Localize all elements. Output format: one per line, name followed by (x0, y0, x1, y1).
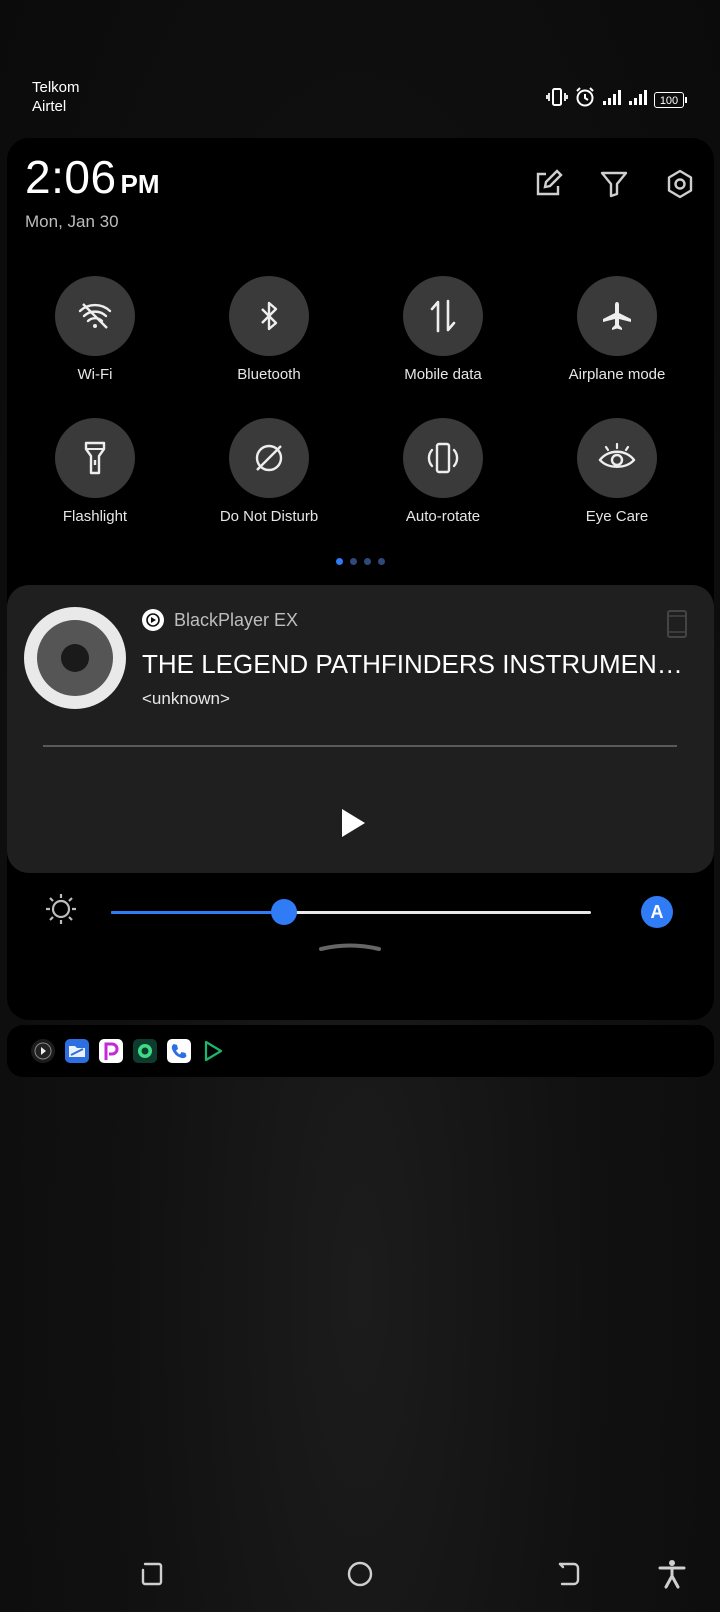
files-icon[interactable] (65, 1039, 89, 1063)
status-bar: Telkom Airtel 100 (0, 78, 720, 124)
page-dot-3[interactable] (364, 558, 371, 565)
mobile-data-icon[interactable] (403, 276, 483, 356)
filter-icon[interactable] (596, 166, 632, 202)
tile-flashlight[interactable]: Flashlight (15, 418, 175, 525)
settings-icon[interactable] (662, 166, 698, 202)
recents-icon[interactable] (133, 1556, 169, 1592)
tile-bluetooth[interactable]: Bluetooth (189, 276, 349, 383)
signal-1-icon (602, 88, 622, 111)
page-dot-1[interactable] (336, 558, 343, 565)
brightness-icon (45, 893, 77, 930)
play-games-icon[interactable] (201, 1039, 225, 1063)
bluetooth-icon[interactable] (229, 276, 309, 356)
page-dot-4[interactable] (378, 558, 385, 565)
tile-eye-care-label: Eye Care (585, 508, 649, 525)
do-not-disturb-icon[interactable] (229, 418, 309, 498)
expand-handle[interactable] (319, 938, 381, 951)
tile-eye-care[interactable]: Eye Care (537, 418, 697, 525)
vibrate-icon (546, 87, 568, 112)
clock-ampm: PM (120, 169, 160, 199)
album-art (24, 607, 126, 709)
picsart-icon[interactable] (99, 1039, 123, 1063)
blackplayer-icon[interactable] (31, 1039, 55, 1063)
green-app-icon[interactable] (133, 1039, 157, 1063)
play-button[interactable] (339, 807, 367, 844)
auto-brightness-button[interactable]: A (641, 896, 673, 928)
tile-wifi-label: Wi-Fi (77, 366, 113, 383)
clock-time: 2:06 (25, 151, 117, 203)
tile-airplane-mode[interactable]: Airplane mode (537, 276, 697, 383)
tile-wifi[interactable]: Wi-Fi (15, 276, 175, 383)
back-icon[interactable] (550, 1556, 586, 1592)
tile-flashlight-label: Flashlight (62, 508, 128, 525)
airplane-icon[interactable] (577, 276, 657, 356)
tile-dnd-label: Do Not Disturb (219, 508, 319, 525)
edit-icon[interactable] (530, 166, 566, 202)
clock[interactable]: 2:06 PM (25, 150, 160, 204)
brightness-fill (111, 911, 284, 914)
phone-device-icon[interactable] (666, 609, 688, 644)
page-indicator (7, 558, 714, 565)
notification-icons-strip[interactable] (7, 1025, 714, 1077)
battery-icon: 100 (654, 91, 687, 108)
flashlight-icon[interactable] (55, 418, 135, 498)
media-app-name: BlackPlayer EX (174, 609, 299, 630)
tile-do-not-disturb[interactable]: Do Not Disturb (189, 418, 349, 525)
tile-auto-rotate-label: Auto-rotate (405, 508, 481, 525)
status-icons: 100 (546, 86, 687, 113)
date[interactable]: Mon, Jan 30 (25, 212, 119, 232)
navigation-bar (0, 1548, 720, 1598)
carrier-1: Telkom (32, 79, 80, 96)
media-player-card[interactable]: BlackPlayer EX THE LEGEND PATHFINDERS IN… (7, 585, 714, 873)
media-seek-bar[interactable] (43, 745, 677, 747)
media-title: THE LEGEND PATHFINDERS INSTRUMENTAL (142, 649, 692, 679)
carrier-2: Airtel (32, 98, 67, 115)
page-dot-2[interactable] (350, 558, 357, 565)
home-icon[interactable] (342, 1556, 378, 1592)
tile-bluetooth-label: Bluetooth (237, 366, 301, 383)
alarm-icon (574, 86, 596, 113)
phone-icon[interactable] (167, 1039, 191, 1063)
signal-2-icon (628, 88, 648, 111)
quick-settings-panel: 2:06 PM Mon, Jan 30 Wi-Fi Bluetooth Mobi… (7, 138, 714, 1020)
brightness-thumb[interactable] (270, 899, 297, 925)
accessibility-icon[interactable] (654, 1556, 690, 1592)
media-artist: <unknown> (142, 689, 230, 708)
blackplayer-icon (142, 609, 164, 631)
eye-care-icon[interactable] (577, 418, 657, 498)
media-app-header: BlackPlayer EX (142, 609, 298, 631)
wifi-off-icon[interactable] (55, 276, 135, 356)
carrier-names: Telkom Airtel (32, 78, 80, 116)
tile-airplane-label: Airplane mode (568, 366, 666, 383)
tile-mobile-data[interactable]: Mobile data (363, 276, 523, 383)
header-actions (530, 166, 698, 202)
auto-rotate-icon[interactable] (403, 418, 483, 498)
tile-auto-rotate[interactable]: Auto-rotate (363, 418, 523, 525)
tile-mobile-data-label: Mobile data (404, 366, 482, 383)
brightness-slider[interactable] (111, 899, 591, 925)
